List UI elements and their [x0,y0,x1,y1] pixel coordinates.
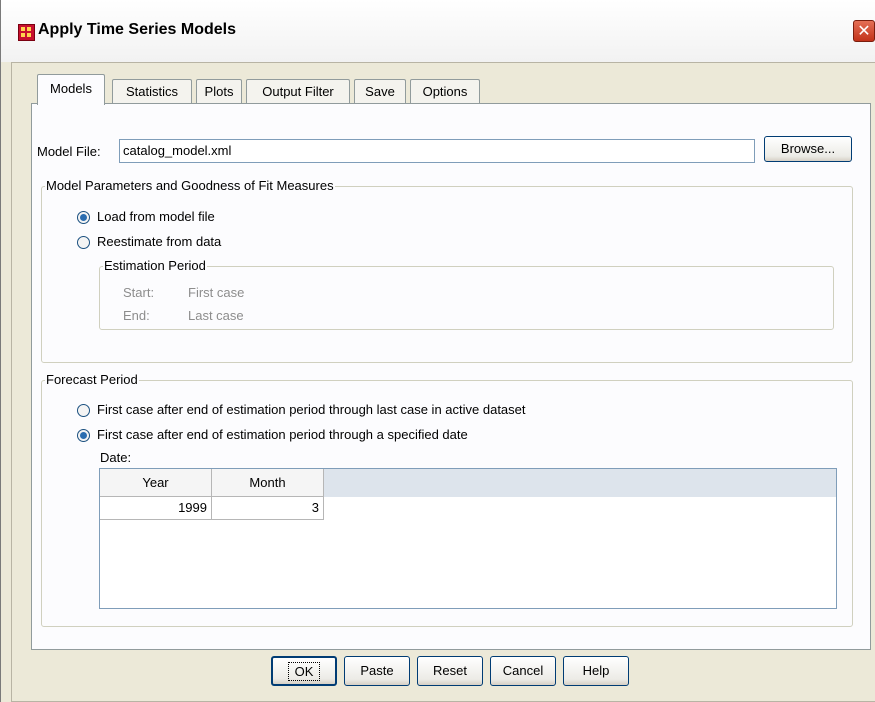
paste-button[interactable]: Paste [344,656,410,686]
tab-options[interactable]: Options [410,79,480,104]
help-button[interactable]: Help [563,656,629,686]
close-button[interactable]: ✕ [853,20,875,42]
ok-button[interactable]: OK [271,656,337,686]
cancel-button[interactable]: Cancel [490,656,556,686]
load-from-model-file-radio[interactable] [77,211,90,224]
estimation-period-title: Estimation Period [103,258,207,273]
grid-cell-month[interactable]: 3 [212,497,324,520]
model-parameters-group-title: Model Parameters and Goodness of Fit Mea… [45,178,335,193]
reestimate-from-data-label[interactable]: Reestimate from data [97,234,221,249]
date-grid[interactable]: Year Month 1999 3 [99,468,837,609]
cancel-button-label: Cancel [502,663,544,678]
title-bar: Apply Time Series Models ✕ [1,0,875,62]
model-file-label: Model File: [37,144,101,159]
close-icon: ✕ [857,23,871,40]
forecast-specified-date-label[interactable]: First case after end of estimation perio… [97,427,468,442]
app-grid-icon [18,24,35,41]
tab-label: Save [365,84,395,99]
estimation-start-value: First case [188,285,245,300]
reset-button[interactable]: Reset [417,656,483,686]
forecast-active-dataset-label[interactable]: First case after end of estimation perio… [97,402,526,417]
window-title: Apply Time Series Models [38,21,236,38]
estimation-end-value: Last case [188,308,244,323]
tab-save[interactable]: Save [354,79,406,104]
tab-models[interactable]: Models [37,74,105,105]
tab-label: Statistics [125,84,178,99]
dialog-window: Apply Time Series Models ✕ Models Statis… [0,0,875,702]
estimation-end-label: End: [123,308,150,323]
model-file-input[interactable]: catalog_model.xml [119,139,755,163]
tab-label: Output Filter [262,84,334,99]
forecast-active-dataset-radio[interactable] [77,404,90,417]
browse-button-label: Browse... [780,141,836,156]
estimation-start-label: Start: [123,285,155,300]
tab-plots[interactable]: Plots [196,79,242,104]
help-button-label: Help [582,663,610,678]
browse-button[interactable]: Browse... [764,136,852,162]
grid-cell-year[interactable]: 1999 [100,497,212,520]
tab-label: Options [422,84,468,99]
reset-button-label: Reset [433,663,467,678]
tab-output-filter[interactable]: Output Filter [246,79,350,104]
tab-label: Models [50,81,92,96]
tab-statistics[interactable]: Statistics [112,79,192,104]
forecast-period-title: Forecast Period [45,372,139,387]
ok-button-label: OK [287,662,321,681]
forecast-specified-date-radio[interactable] [77,429,90,442]
load-from-model-file-label[interactable]: Load from model file [97,209,215,224]
grid-header-month: Month [212,469,324,497]
tab-label: Plots [204,84,234,99]
paste-button-label: Paste [360,663,394,678]
grid-header-year: Year [100,469,212,497]
reestimate-from-data-radio[interactable] [77,236,90,249]
date-label: Date: [100,450,132,465]
